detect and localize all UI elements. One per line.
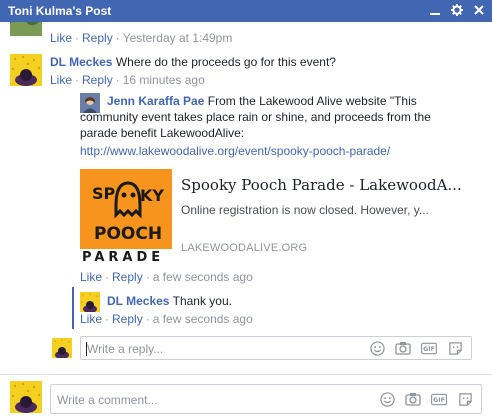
comment-text-line: From the Lakewood Alive website "This xyxy=(207,94,417,108)
avatar xyxy=(10,381,42,413)
camera-icon[interactable] xyxy=(395,340,411,356)
separator: · xyxy=(145,312,150,326)
separator: · xyxy=(75,31,80,45)
event-link[interactable]: http://www.lakewoodalive.org/event/spook… xyxy=(80,143,390,159)
sticker-icon[interactable] xyxy=(447,340,463,356)
gif-icon[interactable]: GIF xyxy=(421,340,437,356)
comment-input[interactable]: Write a comment... GIF xyxy=(50,384,482,414)
separator: · xyxy=(105,270,110,284)
reply-link[interactable]: Reply xyxy=(82,31,113,45)
comment-placeholder: Write a comment... xyxy=(57,393,158,407)
logo-text: POOCH xyxy=(94,224,162,244)
gif-icon[interactable]: GIF xyxy=(431,391,447,407)
comment-text-line: community event takes place rain or shin… xyxy=(80,110,431,124)
preview-title[interactable]: Spooky Pooch Parade - LakewoodA... xyxy=(181,176,462,194)
like-link[interactable]: Like xyxy=(50,31,72,45)
close-icon[interactable] xyxy=(472,3,486,17)
comment-author[interactable]: DL Meckes xyxy=(50,55,112,69)
like-link[interactable]: Like xyxy=(80,270,102,284)
reply-link[interactable]: Reply xyxy=(82,73,113,87)
avatar xyxy=(52,338,72,358)
svg-text:GIF: GIF xyxy=(433,397,445,404)
separator: · xyxy=(115,31,120,45)
like-link[interactable]: Like xyxy=(50,73,72,87)
scrollbar[interactable] xyxy=(488,22,492,374)
like-link[interactable]: Like xyxy=(80,312,102,326)
reply-placeholder: Write a reply... xyxy=(87,342,164,356)
avatar[interactable] xyxy=(10,54,42,86)
chat-titlebar: Toni Kulma's Post xyxy=(0,0,492,22)
logo-text: KY xyxy=(140,186,164,205)
timestamp[interactable]: 16 minutes ago xyxy=(123,73,205,87)
comment-feed[interactable]: Like · Reply · Yesterday at 1:49pm DL Meckes… xyxy=(0,22,492,374)
thread-indicator xyxy=(72,287,74,329)
link-preview-card[interactable]: SP KY POOCH PARADE Spooky Pooch Parade -… xyxy=(80,169,462,262)
preview-description: Online registration is now closed. Howev… xyxy=(181,203,429,217)
emoji-icon[interactable] xyxy=(369,340,385,356)
logo-text: PARADE xyxy=(82,250,164,262)
sticker-icon[interactable] xyxy=(457,391,473,407)
gear-icon[interactable] xyxy=(450,3,464,17)
separator: · xyxy=(105,312,110,326)
timestamp[interactable]: a few seconds ago xyxy=(153,270,253,284)
separator: · xyxy=(145,270,150,284)
logo-text: SP xyxy=(92,184,116,203)
camera-icon[interactable] xyxy=(405,391,421,407)
minimize-icon[interactable] xyxy=(428,3,442,17)
reply-link[interactable]: Reply xyxy=(112,270,143,284)
separator: · xyxy=(115,73,120,87)
reply-link[interactable]: Reply xyxy=(112,312,143,326)
timestamp[interactable]: a few seconds ago xyxy=(153,312,253,326)
preview-domain: LAKEWOODALIVE.ORG xyxy=(181,242,308,254)
divider xyxy=(0,374,492,375)
timestamp[interactable]: Yesterday at 1:49pm xyxy=(123,31,233,45)
comment-text: Where do the proceeds go for this event? xyxy=(115,55,336,69)
comment-text: Thank you. xyxy=(172,294,232,308)
comment-text-line: parade benefit LakewoodAlive: xyxy=(80,126,245,140)
avatar[interactable] xyxy=(10,22,42,36)
comment-author[interactable]: DL Meckes xyxy=(107,294,169,308)
reply-input[interactable]: Write a reply... GIF xyxy=(80,336,472,360)
svg-text:GIF: GIF xyxy=(423,346,435,353)
window-title[interactable]: Toni Kulma's Post xyxy=(8,4,111,18)
separator: · xyxy=(75,73,80,87)
preview-thumbnail[interactable]: SP KY POOCH PARADE xyxy=(80,169,172,262)
emoji-icon[interactable] xyxy=(379,391,395,407)
comment-author[interactable]: Jenn Karaffa Pae xyxy=(107,94,204,108)
